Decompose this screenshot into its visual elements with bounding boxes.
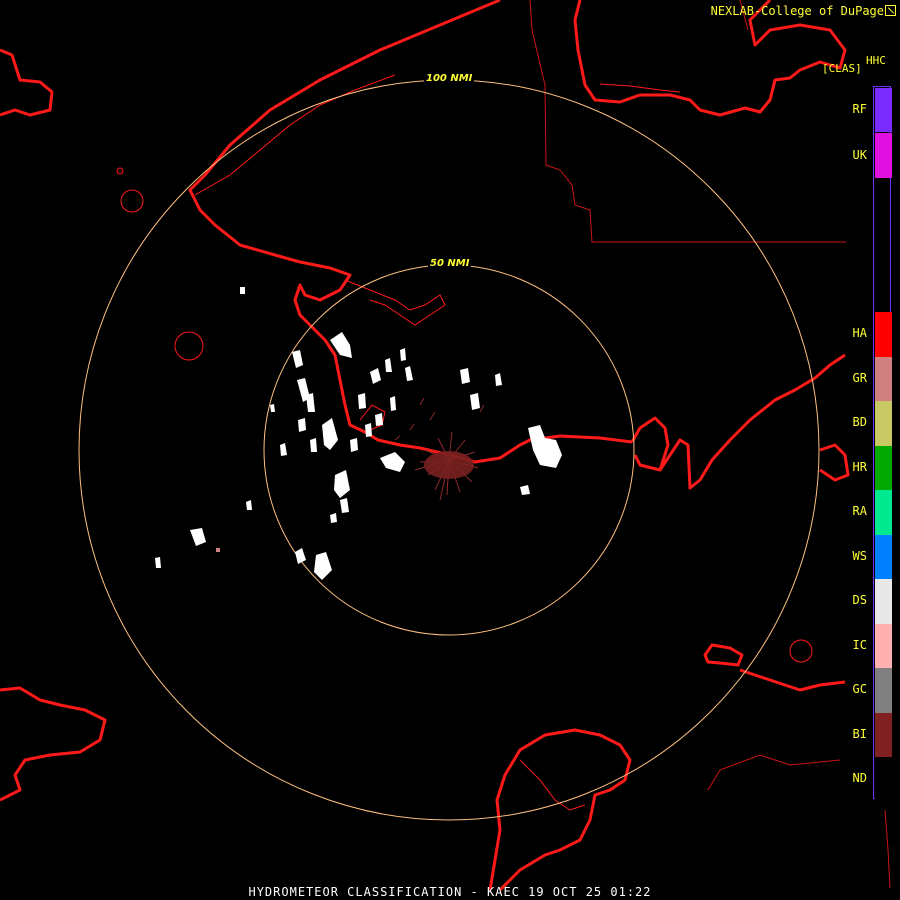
legend-swatch-nd	[875, 757, 892, 802]
legend-swatch-gr	[875, 356, 892, 401]
ring-label-100: 100 NMI	[424, 73, 475, 84]
echo-graupel-spot	[216, 548, 220, 552]
legend-swatch-ws	[875, 534, 892, 579]
legend-swatch-ra	[875, 490, 892, 535]
legend-swatch-gc	[875, 668, 892, 713]
echoes-biological	[394, 397, 485, 501]
credit-text: NEXLAB-College of DuPage	[711, 4, 896, 18]
product-code: HHC	[866, 54, 886, 67]
legend-label-ic: IC	[852, 637, 867, 652]
legend-swatch-ha	[875, 312, 892, 357]
radar-map	[0, 0, 891, 892]
legend-swatch-rf	[875, 88, 892, 132]
coastlines	[0, 0, 850, 892]
legend-swatch-bd	[875, 401, 892, 446]
legend-label-bd: BD	[852, 415, 867, 430]
legend-swatch-hr	[875, 445, 892, 490]
legend-label-ds: DS	[852, 593, 867, 608]
legend-swatch-ds	[875, 579, 892, 624]
legend-swatch-bi	[875, 712, 892, 757]
legend-swatch-uk	[875, 133, 892, 178]
legend-label-bi: BI	[852, 726, 867, 741]
range-ring-50nmi	[263, 264, 635, 636]
legend-label-nd: ND	[852, 771, 867, 786]
credit-label: NEXLAB-College of DuPage	[710, 4, 884, 18]
legend-label-gr: GR	[852, 370, 867, 385]
legend-label-gc: GC	[852, 682, 867, 697]
ring-label-50: 50 NMI	[428, 258, 472, 269]
legend-label-rf: RF	[852, 102, 867, 116]
legend-label-uk: UK	[852, 147, 867, 162]
legend-swatch-ic	[875, 623, 892, 668]
external-link-icon	[885, 5, 896, 16]
legend-label-hr: HR	[852, 459, 867, 474]
legend-label-ra: RA	[852, 504, 867, 519]
legend-label-ha: HA	[852, 326, 867, 341]
class-label: [CLAS]	[822, 62, 862, 75]
echo-core-biological	[424, 451, 474, 479]
echoes-dry-snow	[155, 287, 562, 580]
footer-title: HYDROMETEOR CLASSIFICATION - KAEC 19 OCT…	[248, 885, 652, 899]
legend-label-ws: WS	[852, 548, 867, 563]
